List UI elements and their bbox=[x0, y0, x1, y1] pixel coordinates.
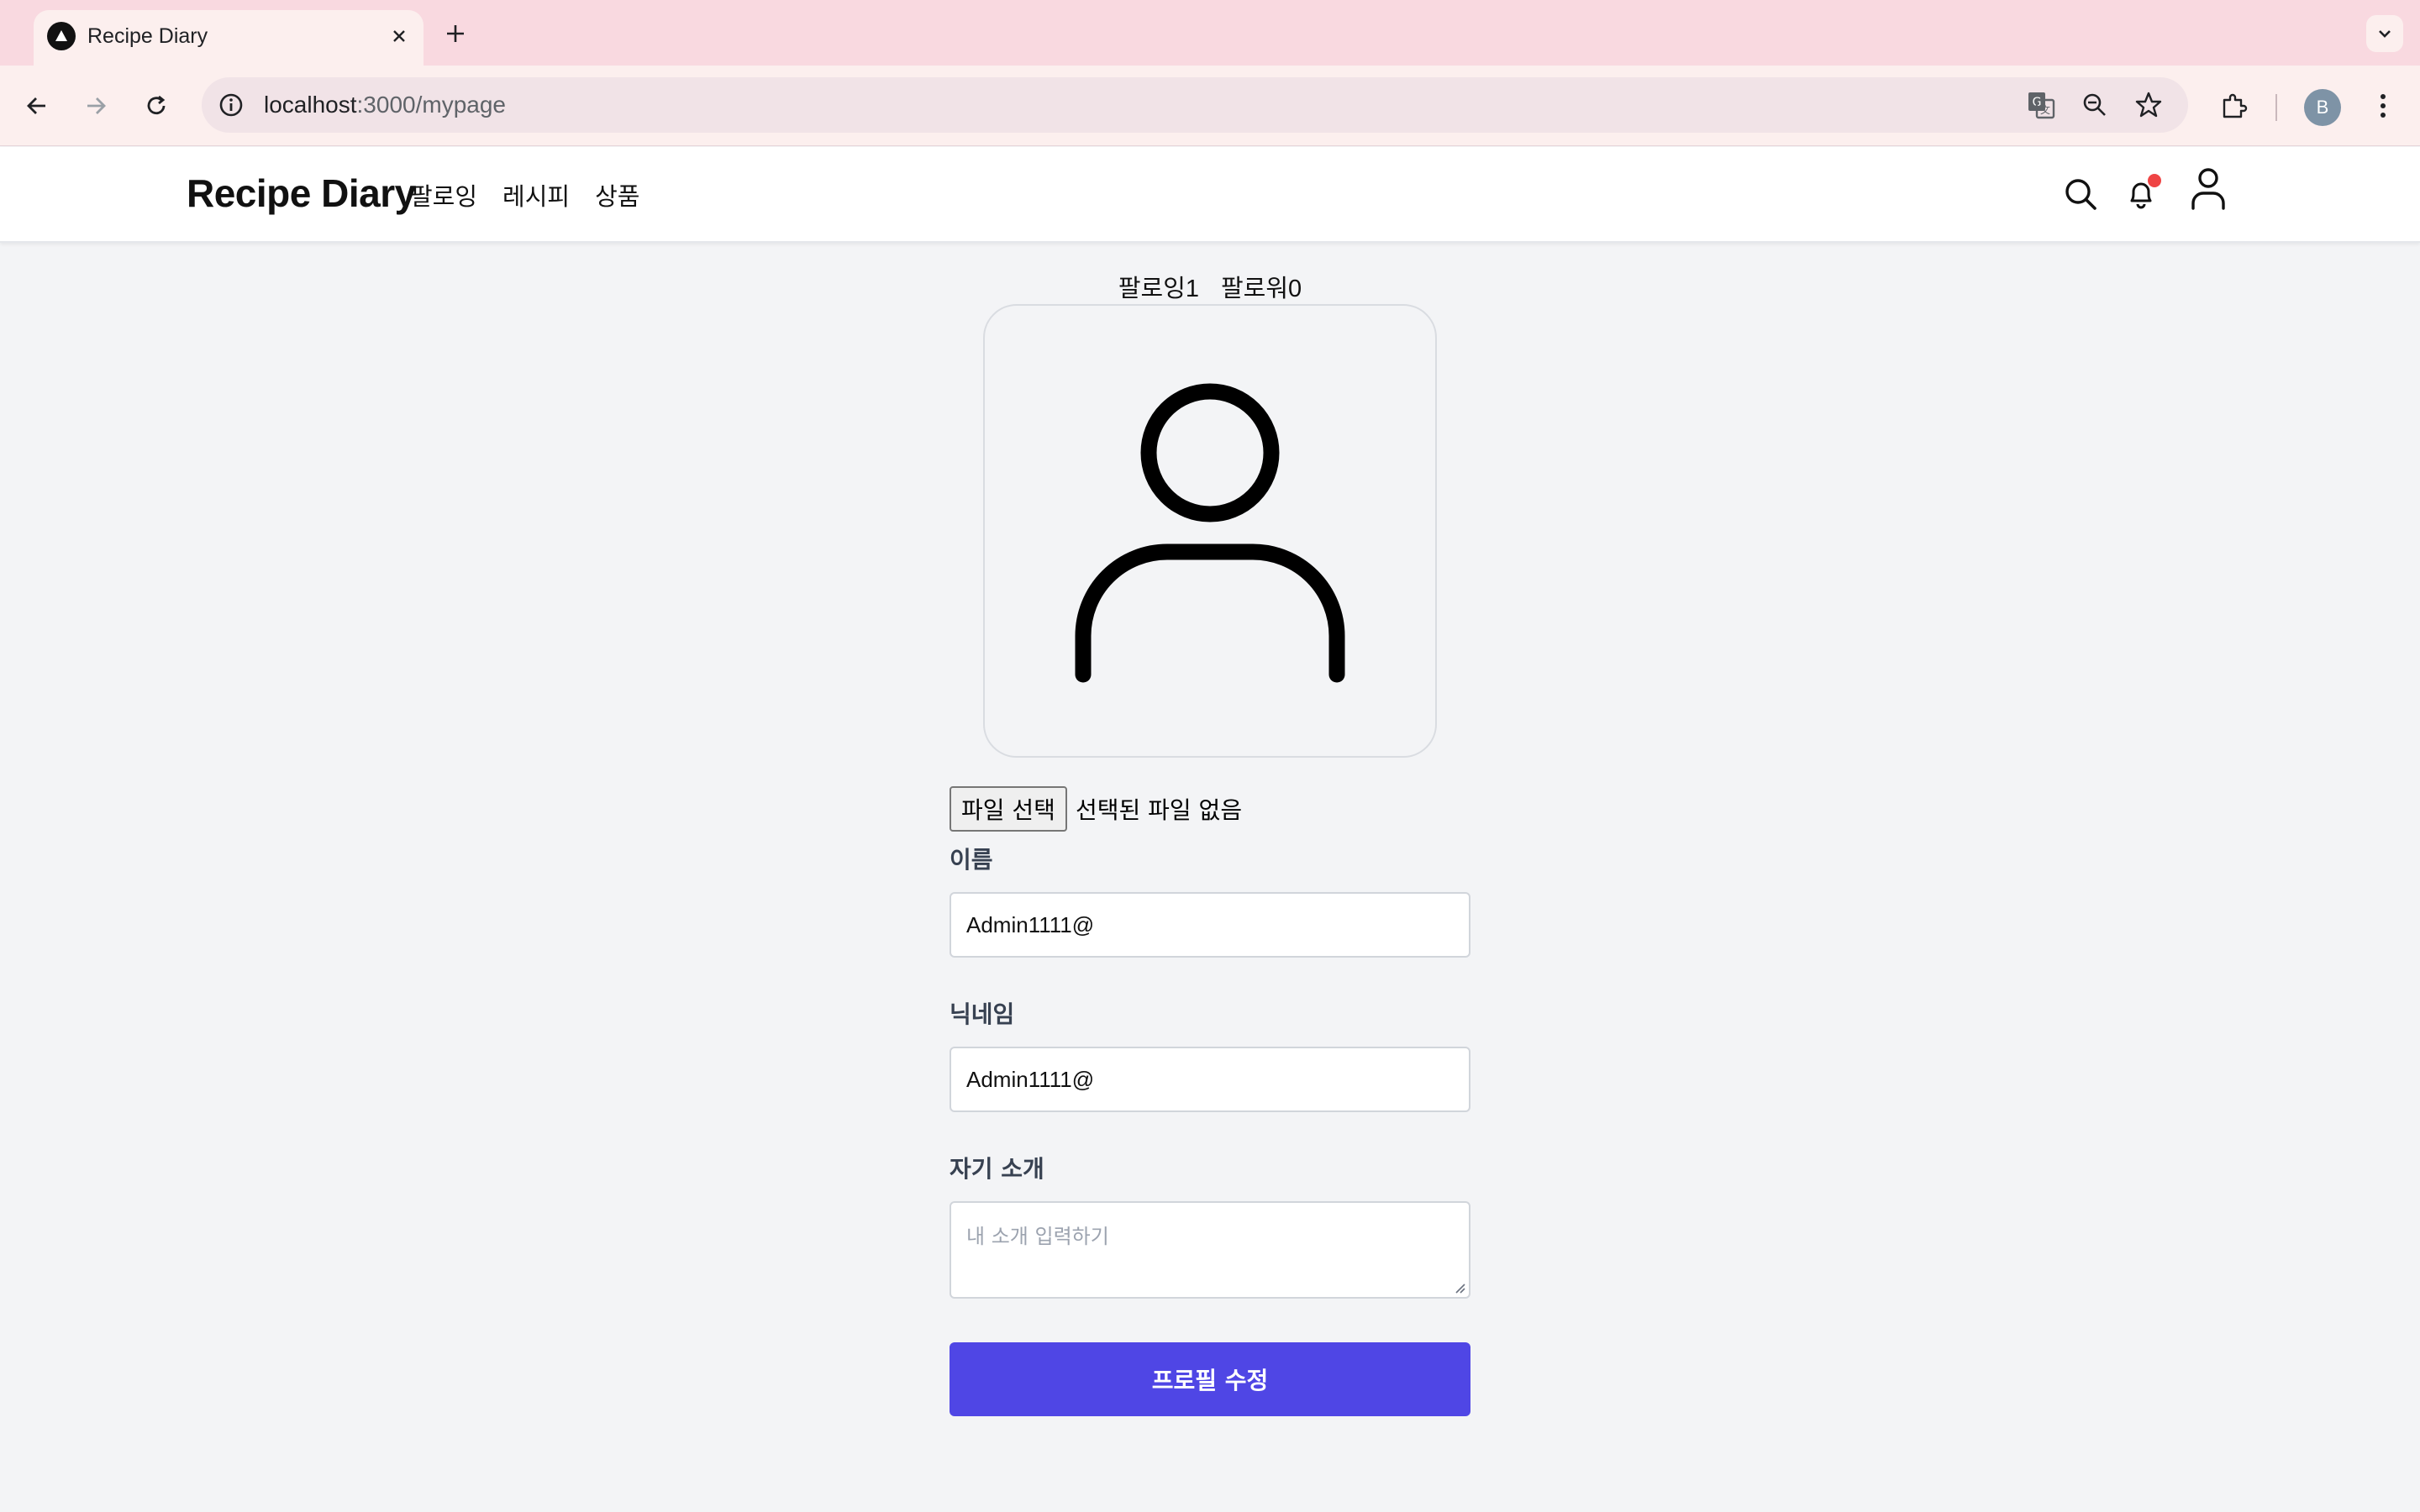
main-nav: 팔로잉 레시피 상품 bbox=[410, 177, 665, 213]
brand-logo[interactable]: Recipe Diary bbox=[187, 171, 416, 216]
search-icon[interactable] bbox=[2057, 171, 2104, 218]
site-info-icon[interactable] bbox=[212, 86, 250, 124]
translate-icon[interactable]: G文 bbox=[2022, 86, 2060, 124]
kebab-menu-icon[interactable] bbox=[2361, 84, 2405, 128]
nickname-input[interactable]: Admin1111@ bbox=[950, 1047, 1470, 1112]
back-arrow-icon[interactable] bbox=[15, 84, 59, 128]
reload-icon[interactable] bbox=[134, 84, 178, 128]
bio-placeholder: 내 소개 입력하기 bbox=[966, 1225, 1109, 1248]
nickname-label: 닉네임 bbox=[950, 1000, 1015, 1028]
name-label: 이름 bbox=[950, 846, 993, 874]
extensions-puzzle-icon[interactable] bbox=[2212, 84, 2255, 128]
url-text: localhost:3000/mypage bbox=[264, 92, 506, 118]
user-profile-icon[interactable] bbox=[2185, 165, 2232, 213]
favicon-icon bbox=[47, 22, 76, 50]
avatar-file-input: 파일 선택 선택된 파일 없음 bbox=[950, 786, 1242, 832]
nav-following[interactable]: 팔로잉 bbox=[410, 177, 477, 213]
name-input[interactable]: Admin1111@ bbox=[950, 892, 1470, 958]
browser-profile-avatar[interactable]: B bbox=[2304, 89, 2341, 126]
choose-file-button[interactable]: 파일 선택 bbox=[950, 786, 1067, 832]
browser-tabstrip: Recipe Diary bbox=[0, 0, 2420, 66]
follow-stats: 팔로잉1 팔로워0 bbox=[1118, 269, 1302, 302]
profile-avatar bbox=[983, 304, 1437, 758]
nav-recipes[interactable]: 레시피 bbox=[502, 177, 570, 213]
toolbar-divider bbox=[2275, 94, 2277, 121]
notification-bell-icon[interactable] bbox=[2118, 171, 2165, 218]
tab-title: Recipe Diary bbox=[87, 24, 208, 48]
followers-count[interactable]: 팔로워0 bbox=[1221, 269, 1302, 302]
resize-handle-icon[interactable] bbox=[1452, 1280, 1465, 1294]
browser-tab[interactable]: Recipe Diary bbox=[34, 10, 424, 66]
edit-profile-button[interactable]: 프로필 수정 bbox=[950, 1342, 1470, 1416]
file-status-text: 선택된 파일 없음 bbox=[1075, 796, 1243, 824]
new-tab-icon[interactable] bbox=[439, 17, 472, 50]
close-tab-icon[interactable] bbox=[385, 22, 413, 50]
browser-toolbar: localhost:3000/mypage G文 bbox=[0, 66, 2420, 146]
bio-textarea[interactable]: 내 소개 입력하기 bbox=[950, 1201, 1470, 1299]
bookmark-star-icon[interactable] bbox=[2129, 86, 2168, 124]
app-header: Recipe Diary 팔로잉 레시피 상품 bbox=[0, 147, 2420, 243]
address-bar[interactable]: localhost:3000/mypage G文 bbox=[202, 77, 2188, 133]
notification-badge bbox=[2148, 174, 2161, 187]
bio-label: 자기 소개 bbox=[950, 1155, 1044, 1183]
user-avatar-icon bbox=[1075, 383, 1345, 683]
following-count[interactable]: 팔로잉1 bbox=[1118, 269, 1199, 302]
forward-arrow-icon[interactable] bbox=[74, 84, 118, 128]
zoom-out-icon[interactable] bbox=[2075, 86, 2114, 124]
nav-products[interactable]: 상품 bbox=[595, 177, 639, 213]
svg-text:文: 文 bbox=[2040, 103, 2050, 116]
tab-list-chevron-icon[interactable] bbox=[2366, 15, 2403, 52]
